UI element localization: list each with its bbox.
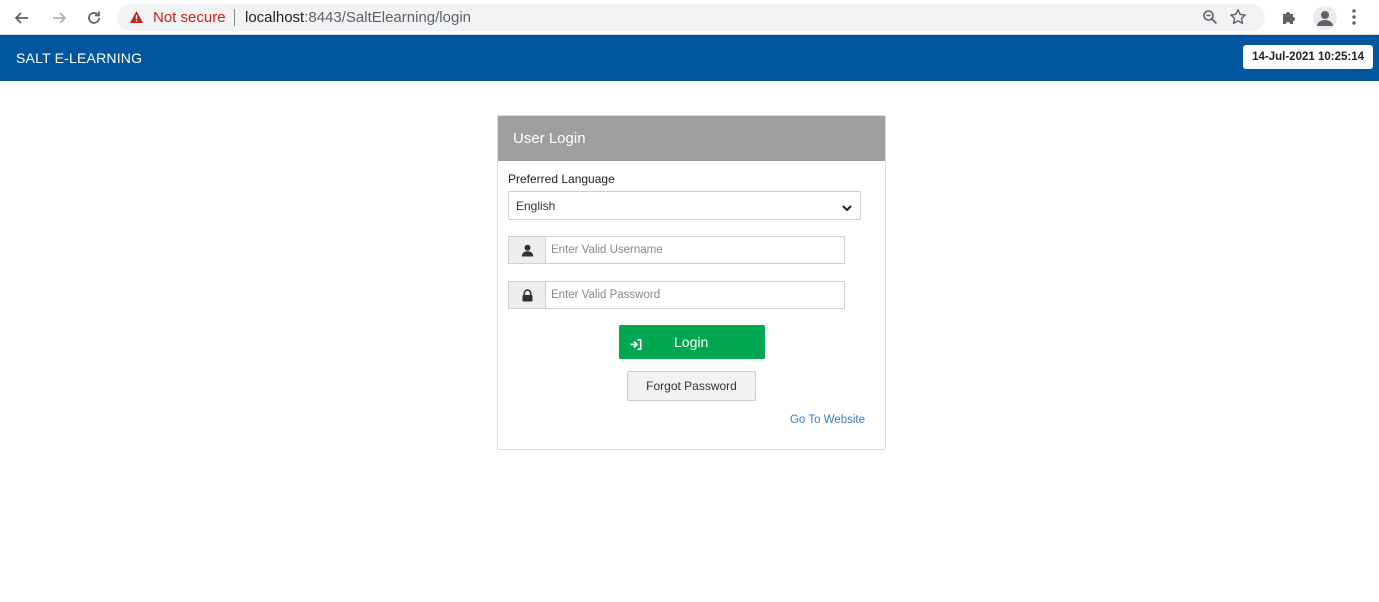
language-select[interactable]: English — [508, 191, 861, 220]
omnibox-divider — [234, 9, 235, 26]
extensions-puzzle-icon[interactable] — [1281, 9, 1298, 31]
app-title: SALT E-LEARNING — [16, 50, 143, 66]
login-heading: User Login — [498, 116, 885, 161]
back-arrow-icon[interactable] — [12, 8, 32, 28]
user-icon — [509, 237, 546, 263]
app-header: SALT E-LEARNING 14-Jul-2021 10:25:14 — [0, 35, 1379, 81]
login-card: User Login Preferred Language English Lo… — [497, 115, 886, 450]
forward-arrow-icon[interactable] — [49, 8, 69, 28]
username-group — [508, 236, 845, 264]
password-input[interactable] — [546, 282, 842, 308]
address-bar[interactable]: Not secure localhost:8443/SaltElearning/… — [117, 4, 1265, 31]
sign-in-icon — [630, 337, 642, 353]
warning-triangle-icon — [129, 10, 144, 29]
url-text[interactable]: localhost:8443/SaltElearning/login — [245, 9, 471, 26]
zoom-icon[interactable] — [1202, 9, 1218, 30]
url-host: localhost — [245, 9, 305, 26]
login-button[interactable]: Login — [619, 325, 765, 359]
datetime-badge: 14-Jul-2021 10:25:14 — [1243, 45, 1373, 69]
language-value: English — [516, 199, 556, 213]
profile-avatar-icon[interactable] — [1313, 6, 1337, 30]
kebab-menu-icon[interactable] — [1351, 8, 1357, 31]
lock-icon — [509, 282, 546, 308]
security-status[interactable]: Not secure — [153, 9, 226, 26]
password-group — [508, 281, 845, 309]
go-to-website-link[interactable]: Go To Website — [790, 414, 865, 426]
language-label: Preferred Language — [508, 172, 615, 186]
browser-toolbar: Not secure localhost:8443/SaltElearning/… — [0, 0, 1379, 35]
reload-icon[interactable] — [84, 8, 104, 28]
url-path: :8443/SaltElearning/login — [304, 9, 471, 26]
login-button-label: Login — [674, 334, 709, 350]
bookmark-star-icon[interactable] — [1229, 8, 1247, 31]
chevron-down-icon — [841, 200, 853, 218]
username-input[interactable] — [546, 237, 842, 263]
forgot-password-button[interactable]: Forgot Password — [627, 371, 756, 401]
